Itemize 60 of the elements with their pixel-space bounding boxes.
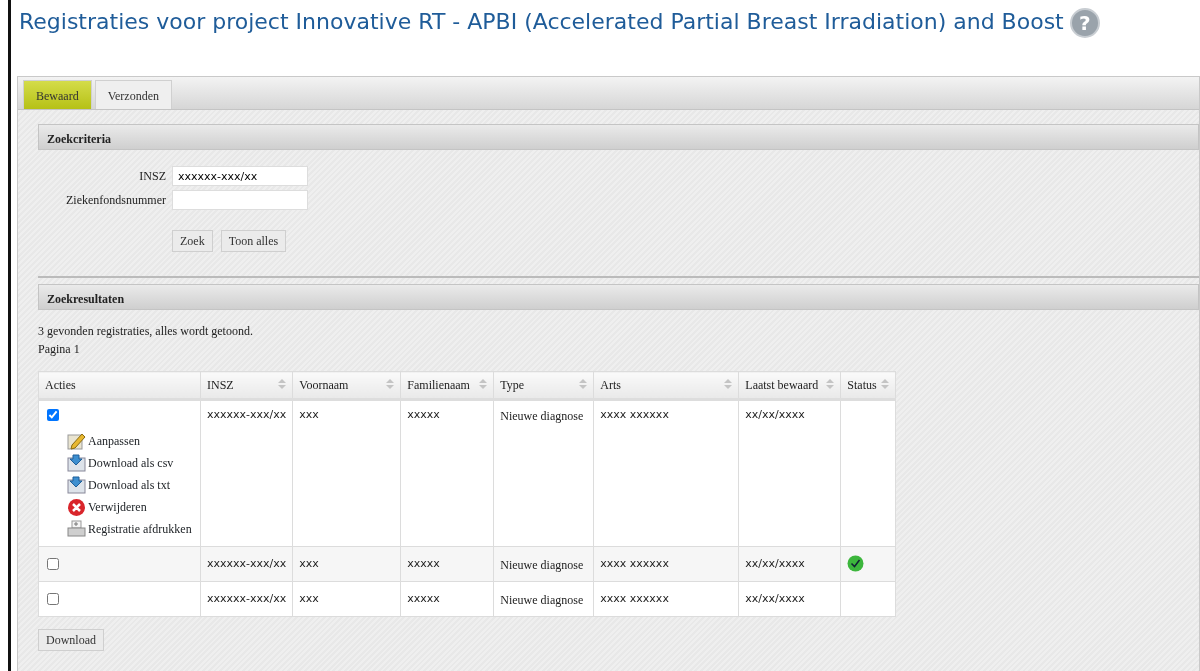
row-checkbox[interactable] <box>47 558 59 570</box>
sort-icon <box>278 379 287 389</box>
tab[interactable]: Bewaard <box>23 80 92 109</box>
column-header: Acties <box>38 371 201 400</box>
table-cell: xxxx xxxxxx <box>600 408 669 421</box>
table-cell: xx/xx/xxxx <box>745 557 805 570</box>
input-field[interactable] <box>172 190 308 210</box>
row-checkbox[interactable] <box>47 409 59 421</box>
download-icon <box>67 475 86 495</box>
action-link[interactable]: Download als txt <box>88 476 170 494</box>
sort-icon <box>386 379 395 389</box>
search-button[interactable]: Toon alles <box>220 230 287 252</box>
field-label: Ziekenfondsnummer <box>65 192 166 209</box>
table-cell: xx/xx/xxxx <box>745 408 805 421</box>
section-header: Zoekcriteria <box>38 124 1199 150</box>
column-header[interactable]: Familienaam <box>400 371 494 400</box>
table-cell: Nieuwe diagnose <box>500 409 584 423</box>
action-link[interactable]: Aanpassen <box>88 432 140 450</box>
column-header[interactable]: Type <box>493 371 594 400</box>
sort-icon <box>579 379 588 389</box>
input-field[interactable]: xxxxxx-xxx/xx <box>172 166 308 186</box>
column-header[interactable]: Voornaam <box>292 371 401 400</box>
table-cell: xxxxx <box>407 557 440 570</box>
sort-icon <box>881 379 890 389</box>
table-cell: xxxxx <box>407 592 440 605</box>
column-header[interactable]: Laatst bewaard <box>738 371 841 400</box>
delete-icon <box>67 497 86 517</box>
table-cell: Nieuwe diagnose <box>500 558 584 572</box>
table-cell: xxxxxx-xxx/xx <box>207 557 287 570</box>
section-header: Zoekresultaten <box>38 284 1199 310</box>
table-cell: xxx <box>299 592 319 605</box>
sort-icon <box>826 379 835 389</box>
table-cell: xxxxx <box>407 408 440 421</box>
sort-icon <box>479 379 488 389</box>
action-link[interactable]: Download als csv <box>88 454 174 472</box>
table-cell: xxxx xxxxxx <box>600 557 669 570</box>
column-header[interactable]: Status <box>840 371 896 400</box>
table-cell: xxx <box>299 408 319 421</box>
action-link[interactable]: Registratie afdrukken <box>88 520 192 538</box>
result-summary: 3 gevonden registraties, alles wordt getoond. <box>38 323 254 340</box>
table-cell: Nieuwe diagnose <box>500 593 584 607</box>
printer-icon <box>67 519 86 539</box>
search-button[interactable]: Zoek <box>172 230 213 252</box>
column-header[interactable]: INSZ <box>200 371 293 400</box>
tab[interactable]: Verzonden <box>94 80 172 109</box>
table-cell: xxxxxx-xxx/xx <box>207 592 287 605</box>
column-header[interactable]: Arts <box>593 371 739 400</box>
table-cell: xxx <box>299 557 319 570</box>
page-label: Pagina 1 <box>38 341 81 358</box>
download-button[interactable]: Download <box>38 629 104 651</box>
sort-icon <box>724 379 733 389</box>
table-cell: xxxxxx-xxx/xx <box>207 408 287 421</box>
row-checkbox[interactable] <box>47 593 59 605</box>
action-link[interactable]: Verwijderen <box>88 498 147 516</box>
download-icon <box>67 453 86 473</box>
page-title: Registraties voor project Innovative RT - APBI (Accelerated Partial Breast Irradiation) and Boost <box>19 9 1064 34</box>
table-cell: xxxx xxxxxx <box>600 592 669 605</box>
pencil-note-icon <box>67 431 86 451</box>
table-cell: xx/xx/xxxx <box>745 592 805 605</box>
field-label: INSZ <box>138 168 166 185</box>
